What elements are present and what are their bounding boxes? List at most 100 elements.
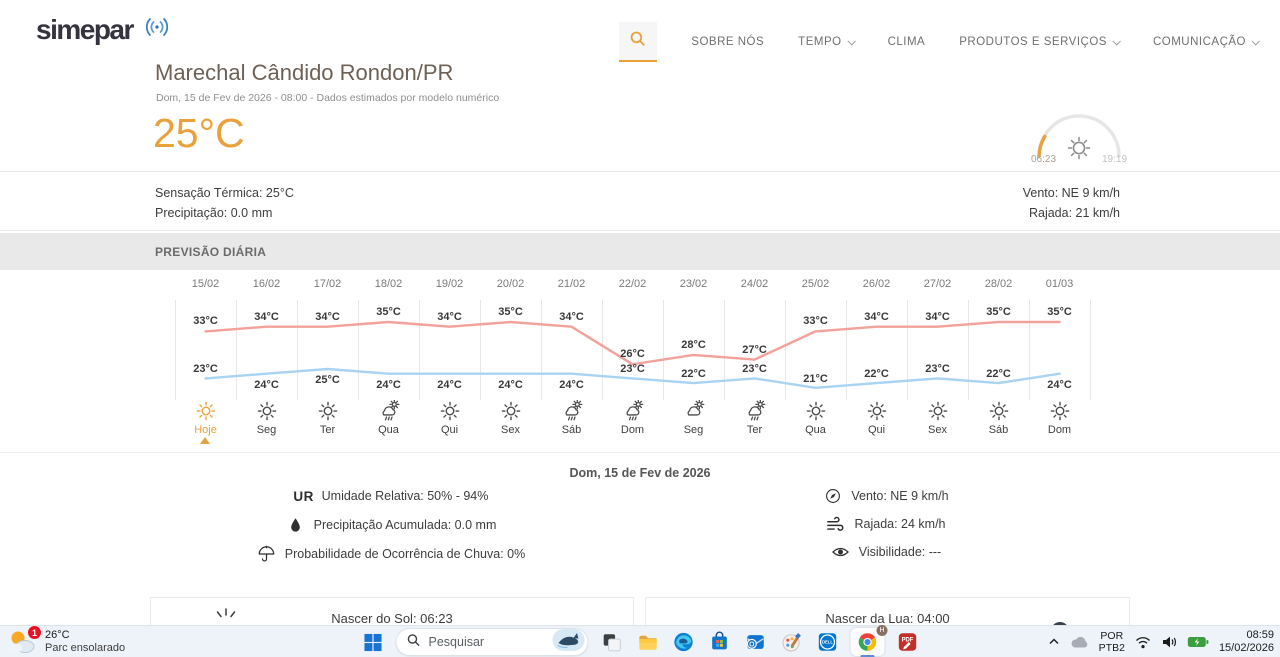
- detail-label: Visibilidade: ---: [859, 545, 941, 559]
- detail-label: Rajada: 24 km/h: [854, 517, 945, 531]
- min-temp-label: 24°C: [358, 379, 419, 391]
- forecast-day-tab-sex-5[interactable]: Sex: [480, 424, 541, 436]
- forecast-day-tab-sab-13[interactable]: Sáb: [968, 424, 1029, 436]
- detail-row-rajada: Rajada: 24 km/h: [826, 514, 945, 534]
- weather-sun-icon[interactable]: [297, 400, 358, 422]
- weather-sun-icon[interactable]: [480, 400, 541, 422]
- precipitation-text: Precipitação: 0.0 mm: [155, 203, 294, 223]
- wind-text: Vento: NE 9 km/h: [1023, 183, 1120, 203]
- paint-app-icon[interactable]: [779, 628, 805, 656]
- taskbar-weather-condition: Parc ensolarado: [45, 642, 125, 655]
- forecast-day-tab-seg-1[interactable]: Seg: [236, 424, 297, 436]
- taskbar-search-box[interactable]: Pesquisar: [396, 628, 589, 656]
- main-nav: SOBRE NÓS TEMPO CLIMA PRODUTOS E SERVIÇOS CO…: [619, 22, 1258, 62]
- max-temp-label: 35°C: [1029, 306, 1090, 318]
- store-app-icon[interactable]: [707, 628, 733, 656]
- weather-sun-rain-icon[interactable]: [358, 400, 419, 422]
- chevron-down-icon: [1251, 37, 1259, 45]
- min-temp-label: 23°C: [602, 363, 663, 375]
- sunrise-sunset-widget: 06:23 19:19: [1018, 104, 1140, 168]
- dell-app-icon[interactable]: DELL: [815, 628, 841, 656]
- weather-sun-cloud-icon[interactable]: [663, 400, 724, 422]
- nav-item-label: CLIMA: [888, 36, 926, 48]
- language-indicator[interactable]: POR PTB2: [1099, 630, 1125, 654]
- max-temp-label: 34°C: [419, 311, 480, 323]
- divider: [0, 230, 1280, 231]
- simepar-weather-page: simepar SOBRE NÓS TEMPO CLIMA PRODUTOS E SE…: [0, 0, 1280, 657]
- compass-icon: [823, 488, 843, 504]
- onedrive-cloud-icon[interactable]: [1070, 635, 1089, 649]
- svg-text:PDF: PDF: [902, 637, 914, 643]
- wifi-icon[interactable]: [1135, 636, 1151, 649]
- file-explorer-app-icon[interactable]: [635, 628, 661, 656]
- weather-sun-icon[interactable]: [419, 400, 480, 422]
- sunrise-time: 06:23: [1031, 154, 1056, 165]
- pdf-app-icon[interactable]: PDF: [895, 628, 921, 656]
- weather-sun-icon[interactable]: [785, 400, 846, 422]
- forecast-day-tab-qui-11[interactable]: Qui: [846, 424, 907, 436]
- weather-sun-icon[interactable]: [968, 400, 1029, 422]
- svg-text:O: O: [749, 641, 755, 648]
- taskbar-weather-widget[interactable]: 1 26°C Parc ensolarado: [0, 626, 125, 657]
- tray-chevron-up-icon[interactable]: [1048, 636, 1060, 648]
- sunset-time: 19:19: [1102, 154, 1127, 165]
- taskbar-center: Pesquisar O DELL H PDF: [360, 626, 921, 657]
- ur-icon: UR: [294, 489, 314, 504]
- nav-item-comunicacao[interactable]: COMUNICAÇÃO: [1153, 36, 1258, 48]
- forecast-date-label: 21/02: [541, 278, 602, 290]
- forecast-day-tab-seg-8[interactable]: Seg: [663, 424, 724, 436]
- umbrella-icon: [257, 545, 277, 563]
- forecast-date-label: 22/02: [602, 278, 663, 290]
- battery-charging-icon[interactable]: [1187, 636, 1209, 648]
- weather-sun-icon[interactable]: [907, 400, 968, 422]
- search-button[interactable]: [619, 22, 657, 62]
- forecast-day-tab-hoje-0[interactable]: Hoje: [175, 424, 236, 436]
- weather-sun-rain-icon[interactable]: [541, 400, 602, 422]
- volume-icon[interactable]: [1161, 635, 1177, 649]
- min-temp-label: 22°C: [846, 368, 907, 380]
- forecast-day-tab-qua-3[interactable]: Qua: [358, 424, 419, 436]
- forecast-day-tab-dom-7[interactable]: Dom: [602, 424, 663, 436]
- taskbar-weather-temp: 26°C: [45, 629, 125, 642]
- forecast-day-tab-sex-12[interactable]: Sex: [907, 424, 968, 436]
- forecast-date-label: 28/02: [968, 278, 1029, 290]
- weather-sun-icon[interactable]: [236, 400, 297, 422]
- forecast-date-label: 23/02: [663, 278, 724, 290]
- weather-sun-rain-icon[interactable]: [724, 400, 785, 422]
- max-temp-label: 33°C: [785, 315, 846, 327]
- forecast-day-tab-qui-4[interactable]: Qui: [419, 424, 480, 436]
- edge-app-icon[interactable]: [671, 628, 697, 656]
- nav-item-clima[interactable]: CLIMA: [888, 36, 926, 48]
- min-temp-label: 24°C: [419, 379, 480, 391]
- weather-sun-icon[interactable]: [846, 400, 907, 422]
- min-temp-label: 24°C: [541, 379, 602, 391]
- clock[interactable]: 08:59 15/02/2026: [1219, 629, 1274, 655]
- sun-arc-track: [1039, 116, 1119, 156]
- chrome-app-icon[interactable]: H: [851, 628, 885, 656]
- nav-item-sobre-nos[interactable]: SOBRE NÓS: [691, 36, 764, 48]
- weather-sun-rain-icon[interactable]: [602, 400, 663, 422]
- nav-item-produtos-e-servicos[interactable]: PRODUTOS E SERVIÇOS: [959, 36, 1119, 48]
- weather-widget-icon: 1: [8, 629, 36, 655]
- selected-day-marker: [200, 437, 210, 444]
- forecast-day-tab-qua-10[interactable]: Qua: [785, 424, 846, 436]
- detail-row-visibilidade: Visibilidade: ---: [831, 542, 941, 562]
- forecast-day-tab-ter-9[interactable]: Ter: [724, 424, 785, 436]
- start-button[interactable]: [360, 628, 386, 656]
- forecast-day-tab-sab-6[interactable]: Sáb: [541, 424, 602, 436]
- nav-item-label: PRODUTOS E SERVIÇOS: [959, 36, 1107, 48]
- forecast-day-tab-dom-14[interactable]: Dom: [1029, 424, 1090, 436]
- nav-item-tempo[interactable]: TEMPO: [798, 36, 853, 48]
- min-temp-label: 22°C: [968, 368, 1029, 380]
- weather-sun-icon[interactable]: [175, 400, 236, 422]
- weather-sun-icon[interactable]: [1029, 400, 1090, 422]
- max-temp-label: 34°C: [907, 311, 968, 323]
- task-view-app-icon[interactable]: [599, 628, 625, 656]
- search-placeholder: Pesquisar: [429, 635, 485, 649]
- simepar-logo[interactable]: simepar: [36, 12, 175, 47]
- outlook-app-icon[interactable]: O: [743, 628, 769, 656]
- daily-forecast-header: PREVISÃO DIÁRIA: [0, 233, 1280, 270]
- forecast-day-tab-ter-2[interactable]: Ter: [297, 424, 358, 436]
- nav-item-label: SOBRE NÓS: [691, 36, 764, 48]
- svg-text:DELL: DELL: [822, 640, 833, 645]
